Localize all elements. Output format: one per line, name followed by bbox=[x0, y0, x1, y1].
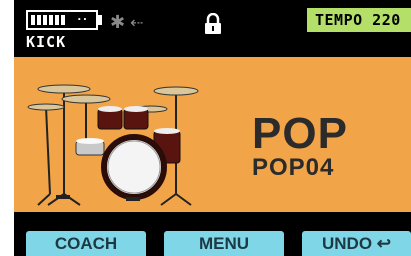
usb-icon: ⇠ bbox=[130, 13, 144, 32]
device-screen: ·· KICK ✱ ⇠ TEMPO 220 POP POP04 COACH ME… bbox=[14, 0, 411, 256]
bluetooth-icon: ✱ bbox=[110, 12, 126, 33]
status-bar: ·· KICK ✱ ⇠ TEMPO 220 bbox=[14, 0, 411, 56]
preset-name: POP04 bbox=[252, 154, 335, 181]
coach-button[interactable]: COACH bbox=[26, 231, 146, 256]
kit-label: KICK bbox=[26, 33, 67, 51]
battery-dots: ·· bbox=[76, 13, 88, 26]
lock-icon bbox=[205, 13, 221, 34]
genre-title: POP bbox=[252, 109, 348, 158]
bottom-bar: COACH MENU UNDO ↩ bbox=[14, 212, 411, 256]
undo-button[interactable]: UNDO ↩ bbox=[302, 231, 411, 256]
menu-button[interactable]: MENU bbox=[164, 231, 284, 256]
battery-icon: ·· bbox=[26, 10, 98, 30]
drum-kit-image bbox=[27, 84, 199, 206]
main-panel: POP POP04 bbox=[14, 57, 411, 212]
tempo-display[interactable]: TEMPO 220 bbox=[307, 8, 411, 32]
battery-tip bbox=[98, 15, 102, 25]
